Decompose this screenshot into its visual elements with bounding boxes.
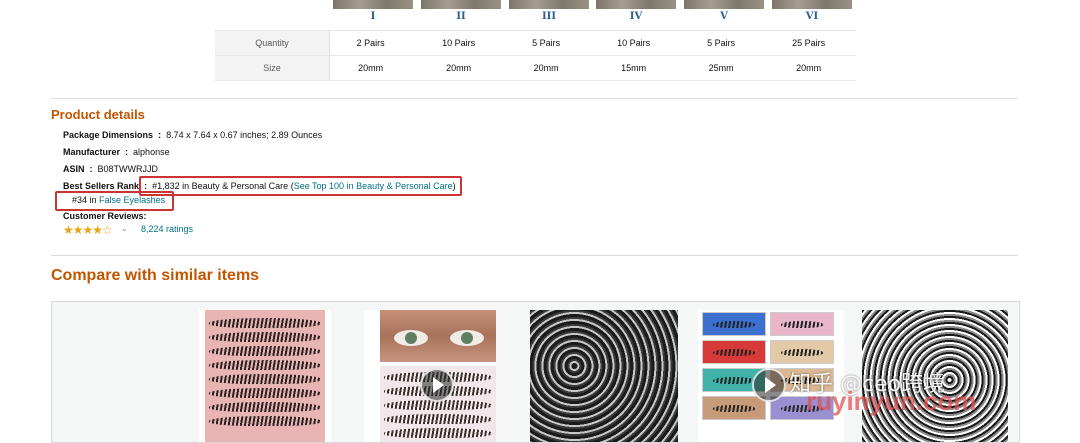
package-dimensions-value: 8.74 x 7.64 x 0.67 inches; 2.89 Ounces (166, 130, 323, 140)
ratings-count-link[interactable]: 8,224 ratings (141, 224, 193, 234)
table-cell: 5 Pairs (680, 30, 762, 56)
play-video-icon[interactable] (420, 368, 454, 402)
variant-thumbnail[interactable] (333, 0, 413, 9)
variant-numeral: II (456, 11, 466, 22)
highlight-box-rank (139, 176, 462, 196)
compare-item-image[interactable] (530, 310, 678, 442)
compare-item-image[interactable] (364, 310, 496, 442)
table-cell: 2 Pairs (329, 30, 412, 56)
asin-label: ASIN (63, 164, 85, 174)
compare-heading: Compare with similar items (51, 267, 260, 284)
play-video-icon[interactable] (752, 368, 786, 402)
manufacturer-label: Manufacturer (63, 147, 121, 157)
product-image (530, 310, 678, 442)
separator: : (122, 147, 131, 157)
variant-thumbnail[interactable] (772, 0, 852, 9)
watermark-text: ruyinyun.com (806, 386, 977, 416)
star-rating-icon[interactable]: ★★★★☆ (63, 223, 113, 237)
section-divider (51, 98, 1018, 99)
product-details-heading: Product details (51, 107, 145, 122)
table-cell: 20mm (505, 55, 587, 81)
variant-thumbnail[interactable] (596, 0, 676, 9)
asin-value: B08TWWRJJD (97, 164, 159, 174)
table-cell: 10 Pairs (411, 30, 506, 56)
product-image (380, 310, 496, 362)
asin-row: ASIN : B08TWWRJJD (63, 164, 158, 174)
table-cell: 5 Pairs (505, 30, 587, 56)
table-row: Size 20mm 20mm 20mm 15mm 25mm 20mm (215, 55, 856, 81)
product-image (205, 310, 325, 442)
table-cell: 25 Pairs (761, 30, 856, 56)
package-dimensions-row: Package Dimensions : 8.74 x 7.64 x 0.67 … (63, 130, 322, 140)
customer-reviews-label: Customer Reviews: (63, 211, 147, 221)
manufacturer-value: alphonse (133, 147, 170, 157)
package-dimensions-label: Package Dimensions (63, 130, 154, 140)
variant-thumbnail[interactable] (684, 0, 764, 9)
variant-numeral: VI (805, 11, 819, 22)
table-row: Quantity 2 Pairs 10 Pairs 5 Pairs 10 Pai… (215, 30, 856, 56)
table-cell: 10 Pairs (586, 30, 681, 56)
variant-numeral: I (370, 11, 376, 22)
variant-thumbnail[interactable] (421, 0, 501, 9)
variant-thumbnail[interactable] (509, 0, 589, 9)
customer-reviews-text: Customer Reviews: (63, 211, 147, 221)
chevron-down-icon[interactable]: ⌄ (121, 224, 128, 233)
variant-numeral: IV (629, 11, 643, 22)
row-header: Size (215, 55, 330, 81)
table-cell: 20mm (761, 55, 856, 81)
variant-comparison-table: Quantity 2 Pairs 10 Pairs 5 Pairs 10 Pai… (215, 30, 856, 81)
section-divider (51, 255, 1018, 256)
table-cell: 25mm (680, 55, 762, 81)
highlight-box-subrank (55, 191, 174, 211)
table-cell: 20mm (411, 55, 506, 81)
manufacturer-row: Manufacturer : alphonse (63, 147, 170, 157)
table-cell: 15mm (586, 55, 681, 81)
separator: : (87, 164, 96, 174)
variant-numeral: III (541, 11, 557, 22)
row-header: Quantity (215, 30, 330, 56)
best-sellers-rank-label: Best Sellers Rank (63, 181, 140, 191)
variant-numeral: V (720, 11, 728, 22)
compare-item-image[interactable] (199, 310, 331, 442)
table-cell: 20mm (329, 55, 412, 81)
separator: : (155, 130, 164, 140)
